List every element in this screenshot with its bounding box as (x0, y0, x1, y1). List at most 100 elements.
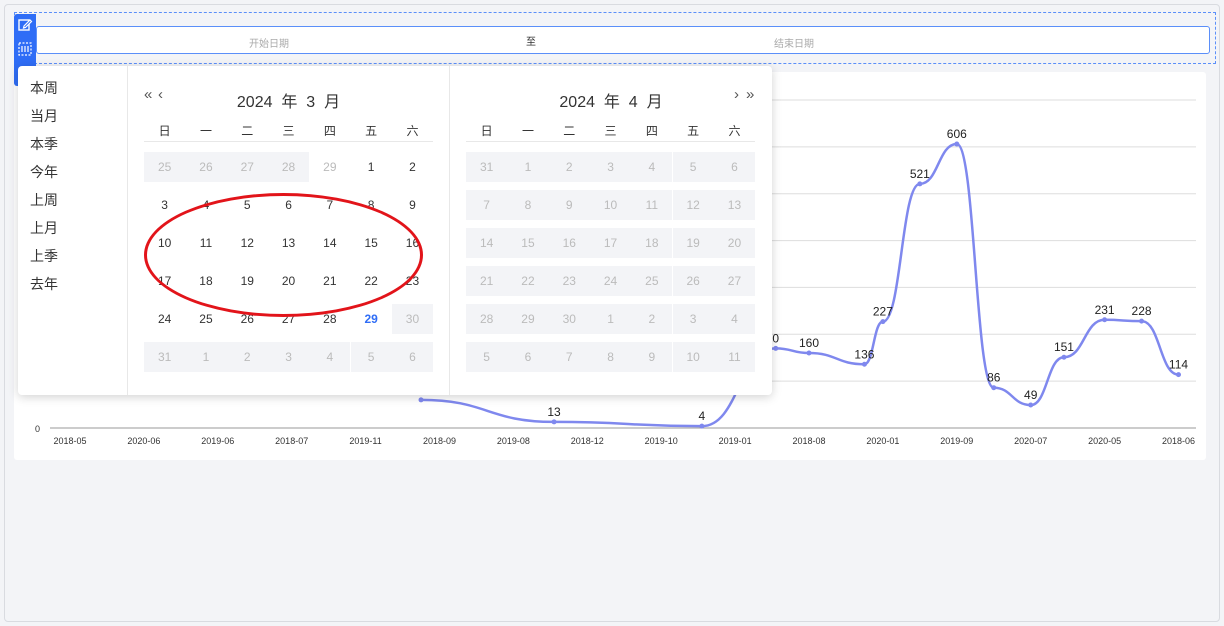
day-cell[interactable]: 31 (144, 342, 186, 372)
end-date-placeholder[interactable]: 结束日期 (774, 35, 814, 50)
day-cell[interactable]: 27 (226, 152, 268, 182)
day-cell[interactable]: 2 (226, 342, 268, 372)
day-cell[interactable]: 7 (548, 342, 590, 372)
day-cell[interactable]: 20 (268, 266, 309, 296)
data-point[interactable] (861, 361, 867, 367)
day-cell[interactable]: 1 (185, 342, 227, 372)
day-cell[interactable]: 25 (631, 266, 673, 296)
day-cell[interactable]: 3 (672, 304, 714, 334)
data-point[interactable] (917, 181, 923, 187)
day-cell[interactable]: 13 (268, 228, 309, 258)
day-cell[interactable]: 15 (507, 228, 549, 258)
day-cell[interactable]: 10 (672, 342, 714, 372)
day-cell[interactable]: 1 (589, 304, 632, 334)
shortcut-this-year[interactable]: 今年 (30, 162, 58, 182)
day-cell[interactable]: 17 (589, 228, 632, 258)
day-cell[interactable]: 24 (589, 266, 632, 296)
day-cell[interactable]: 4 (185, 190, 226, 220)
data-point[interactable] (1102, 317, 1108, 323)
shortcut-last-year[interactable]: 去年 (30, 274, 58, 294)
day-cell[interactable]: 8 (351, 190, 392, 220)
edit-icon[interactable] (17, 17, 33, 33)
day-cell[interactable]: 11 (713, 342, 756, 372)
shortcut-last-month[interactable]: 上月 (30, 218, 58, 238)
day-cell[interactable]: 13 (713, 190, 756, 220)
data-point[interactable] (773, 345, 779, 351)
day-cell[interactable]: 4 (309, 342, 351, 372)
data-point[interactable] (1061, 354, 1067, 360)
data-point[interactable] (880, 319, 886, 325)
shortcut-this-month[interactable]: 当月 (30, 106, 58, 126)
day-cell[interactable]: 1 (351, 152, 392, 182)
day-cell[interactable]: 27 (268, 304, 309, 334)
day-cell[interactable]: 2 (548, 152, 590, 182)
day-cell[interactable]: 22 (507, 266, 549, 296)
day-cell[interactable]: 16 (548, 228, 590, 258)
data-point[interactable] (1139, 318, 1145, 324)
date-range-input[interactable]: 开始日期 至 结束日期 (36, 26, 1210, 54)
day-cell[interactable]: 17 (144, 266, 185, 296)
grid-icon[interactable] (17, 41, 33, 57)
day-cell[interactable]: 26 (227, 304, 268, 334)
day-cell[interactable]: 2 (392, 152, 433, 182)
day-cell[interactable]: 15 (351, 228, 392, 258)
day-cell[interactable]: 28 (466, 304, 508, 334)
day-cell[interactable]: 21 (309, 266, 350, 296)
day-cell[interactable]: 5 (227, 190, 268, 220)
data-point[interactable] (699, 423, 705, 429)
day-cell[interactable]: 18 (185, 266, 226, 296)
day-cell[interactable]: 4 (631, 152, 673, 182)
day-cell[interactable]: 7 (466, 190, 508, 220)
day-cell[interactable]: 25 (185, 304, 226, 334)
day-cell[interactable]: 9 (548, 190, 590, 220)
day-cell[interactable]: 5 (350, 342, 392, 372)
day-cell[interactable]: 11 (185, 228, 226, 258)
start-date-placeholder[interactable]: 开始日期 (249, 35, 289, 50)
data-point[interactable] (551, 419, 557, 425)
day-cell[interactable]: 7 (309, 190, 350, 220)
day-cell[interactable]: 29 (507, 304, 549, 334)
day-cell[interactable]: 28 (267, 152, 310, 182)
day-cell[interactable]: 8 (507, 190, 549, 220)
day-cell[interactable]: 6 (268, 190, 309, 220)
day-cell[interactable]: 19 (227, 266, 268, 296)
day-cell[interactable]: 25 (144, 152, 186, 182)
day-cell[interactable]: 6 (507, 342, 549, 372)
day-cell[interactable]: 20 (713, 228, 756, 258)
day-cell[interactable]: 12 (672, 190, 714, 220)
day-cell[interactable]: 14 (309, 228, 350, 258)
day-cell[interactable]: 3 (144, 190, 185, 220)
day-cell[interactable]: 11 (631, 190, 673, 220)
day-cell[interactable]: 5 (466, 342, 508, 372)
day-cell[interactable]: 23 (392, 266, 433, 296)
shortcut-this-week[interactable]: 本周 (30, 78, 58, 98)
data-point[interactable] (806, 350, 812, 356)
day-cell[interactable]: 27 (713, 266, 756, 296)
day-cell[interactable]: 10 (144, 228, 185, 258)
data-point[interactable] (418, 397, 424, 403)
day-cell[interactable]: 28 (309, 304, 350, 334)
day-cell[interactable]: 10 (589, 190, 632, 220)
day-cell[interactable]: 6 (713, 152, 756, 182)
data-point[interactable] (991, 385, 997, 391)
day-cell[interactable]: 19 (672, 228, 714, 258)
day-cell[interactable]: 5 (672, 152, 714, 182)
day-cell[interactable]: 9 (631, 342, 673, 372)
day-cell[interactable]: 8 (589, 342, 632, 372)
day-cell[interactable]: 26 (185, 152, 227, 182)
day-cell[interactable]: 3 (267, 342, 310, 372)
day-cell[interactable]: 1 (507, 152, 549, 182)
day-cell[interactable]: 6 (391, 342, 434, 372)
shortcut-this-quarter[interactable]: 本季 (30, 134, 58, 154)
day-cell[interactable]: 24 (144, 304, 185, 334)
day-cell[interactable]: 26 (672, 266, 714, 296)
day-cell[interactable]: 4 (713, 304, 756, 334)
day-cell[interactable]: 3 (589, 152, 632, 182)
day-cell[interactable]: 9 (392, 190, 433, 220)
day-cell[interactable]: 2 (631, 304, 673, 334)
day-cell[interactable]: 12 (227, 228, 268, 258)
shortcut-last-quarter[interactable]: 上季 (30, 246, 58, 266)
day-cell[interactable]: 22 (351, 266, 392, 296)
day-cell[interactable]: 18 (631, 228, 673, 258)
day-cell[interactable]: 31 (466, 152, 508, 182)
